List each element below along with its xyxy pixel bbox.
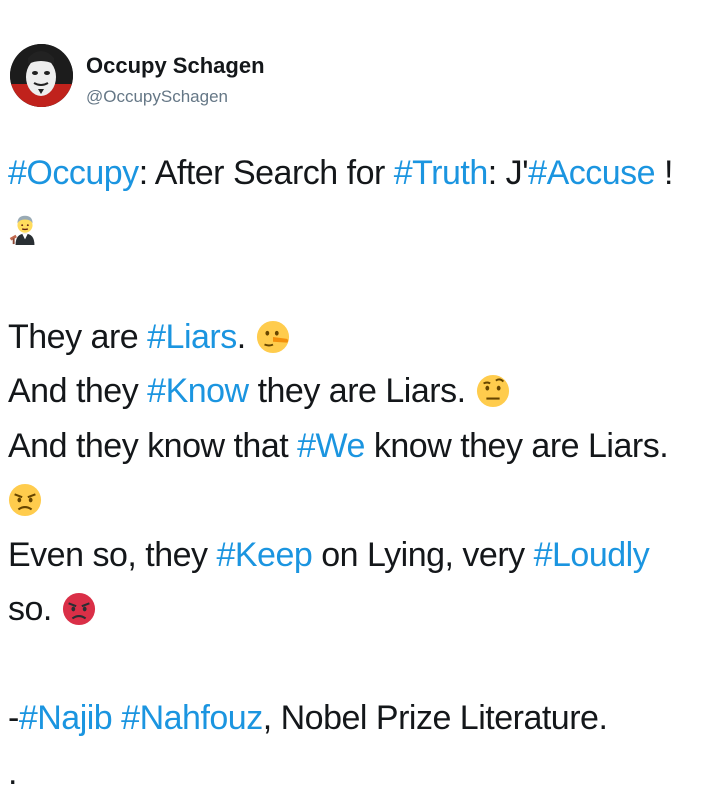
tweet-text-segment: . (8, 753, 17, 792)
tweet-text-segment: Even so, they (8, 535, 217, 574)
hashtag-link[interactable]: #Liars (147, 310, 237, 365)
hashtag-link[interactable]: #Truth (394, 146, 489, 201)
tweet-line (8, 201, 720, 256)
lying-face-icon (256, 320, 290, 354)
hashtag-link[interactable]: #Know (147, 364, 249, 419)
tweet-line: - #Najib #Nahfouz, Nobel Prize Literature… (8, 691, 720, 746)
tweet-text-segment: They are (8, 317, 148, 356)
tweet-text-segment: And they know that (8, 426, 298, 465)
tweet-line: And they know that #We know they are Lia… (8, 419, 720, 474)
tweet-line (8, 637, 720, 692)
guy-fawkes-mask-icon (10, 44, 73, 107)
tweet-text-segment: , Nobel Prize Literature. (262, 699, 608, 737)
hashtag-link[interactable]: #Nahfouz (121, 691, 263, 746)
hashtag-link[interactable]: #Loudly (534, 528, 650, 583)
hashtag-link[interactable]: #Keep (216, 528, 312, 583)
tweet-text-segment: - (8, 699, 19, 737)
tweet-text-segment: : After Search for (138, 154, 394, 192)
raised-eyebrow-icon (476, 374, 510, 408)
tweet-text-segment (112, 691, 121, 746)
hashtag-link[interactable]: #Occupy (8, 146, 139, 201)
pouting-face-icon (62, 592, 96, 626)
tweet-text-segment: know they are Liars. (364, 426, 669, 465)
judge-icon (8, 211, 42, 245)
hashtag-link[interactable]: #We (297, 419, 365, 474)
tweet-text-segment: on Lying, very (312, 535, 534, 574)
tweet-text-segment: . (236, 317, 246, 356)
tweet-line (8, 473, 720, 528)
tweet-line: And they #Know they are Liars. (8, 364, 720, 419)
tweet-line: They are #Liars. (8, 310, 720, 365)
tweet-line: . (8, 746, 720, 801)
user-handle[interactable]: @OccupySchagen (86, 87, 228, 107)
hashtag-link[interactable]: #Accuse (528, 146, 655, 201)
tweet-text-segment: And they (8, 372, 148, 410)
display-name[interactable]: Occupy Schagen (86, 53, 265, 79)
tweet-text-segment: : J' (487, 154, 529, 192)
tweet-line: Even so, they #Keep on Lying, very #Loud… (8, 528, 720, 583)
tweet-line (8, 255, 720, 310)
tweet-line: #Occupy: After Search for #Truth: J' #Acc… (8, 146, 720, 201)
tweet-text-segment: they are Liars. (248, 372, 466, 410)
tweet-line: so. (8, 582, 720, 637)
tweet-text: #Occupy: After Search for #Truth: J' #Acc… (8, 146, 720, 800)
tweet-text-segment: so. (8, 590, 52, 628)
avatar[interactable] (10, 44, 73, 107)
tweet-text-segment: ! (655, 154, 673, 192)
angry-face-icon (8, 483, 42, 517)
hashtag-link[interactable]: #Najib (19, 691, 113, 746)
